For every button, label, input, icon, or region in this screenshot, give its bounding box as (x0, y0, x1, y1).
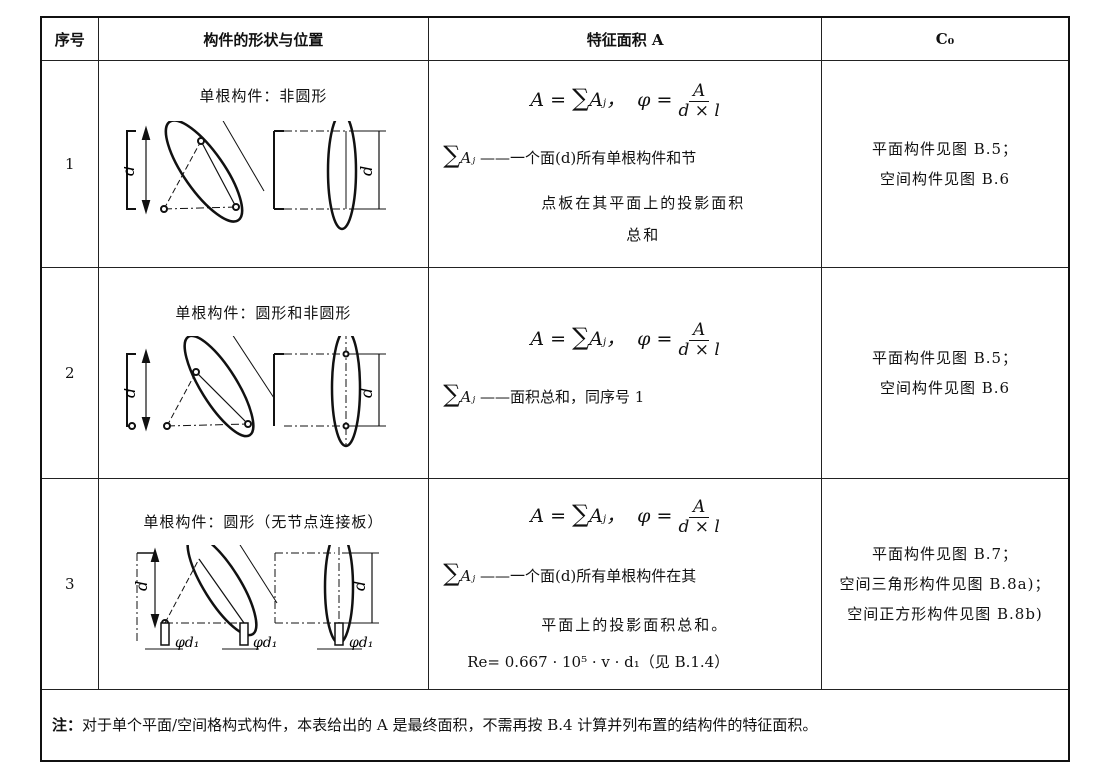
definition-text: ——一个面(d)所有单根构件和节 (479, 149, 697, 167)
c0-cell: 平面构件见图 B.5； 空间构件见图 B.6 (821, 267, 1070, 479)
shape-cell: 单根构件：圆形（无节点连接板） d d φd₁ φd₁ φd₁ (97, 478, 430, 690)
shape-title: 单根构件：圆形（无节点连接板） (143, 513, 384, 531)
c0-line: 空间三角形构件见图 B.8a)； (839, 575, 1051, 593)
header-index: 序号 (40, 16, 99, 61)
table-row: 1 单根构件：非圆形 d A = ∑Aj， φ = A d × l ∑Aⱼ ——… (40, 60, 1070, 268)
frac-denominator: d × l (678, 101, 720, 121)
table-row: 3 单根构件：圆形（无节点连接板） d d φd₁ φd₁ φd₁ A = ∑A… (40, 478, 1070, 690)
sigma-definition: ∑Aⱼ ——一个面(d)所有单根构件在其 (443, 559, 697, 587)
frac-denominator: d × l (678, 340, 720, 360)
header-shape: 构件的形状与位置 (97, 16, 430, 61)
c0-line: 平面构件见图 B.5； (871, 349, 1019, 367)
shape-cell: 单根构件：非圆形 d (97, 60, 430, 268)
dim-d-label: d (357, 166, 376, 176)
definition-line: 总和 (626, 226, 661, 244)
c0-line: 平面构件见图 B.5； (871, 140, 1019, 158)
c0-cell: 平面构件见图 B.7； 空间三角形构件见图 B.8a)； 空间正方形构件见图 B… (821, 478, 1070, 690)
c0-line: 空间正方形构件见图 B.8b) (847, 605, 1043, 623)
definition-line: 平面上的投影面积总和。 (541, 616, 729, 634)
c0-line: 平面构件见图 B.7； (871, 545, 1019, 563)
row-index: 3 (40, 478, 99, 690)
dim-d-label: d (132, 581, 151, 591)
header-area: 特征面积 A (428, 16, 822, 61)
sigma-definition: ∑Aⱼ ——一个面(d)所有单根构件和节 (443, 141, 697, 169)
dim-d-label: d (124, 166, 138, 176)
dim-phi-d1-label: φd₁ (349, 635, 373, 651)
header-row: 序号 构件的形状与位置 特征面积 A C₀ (40, 16, 1070, 61)
c0-cell: 平面构件见图 B.5； 空间构件见图 B.6 (821, 60, 1070, 268)
spec-table: 序号 构件的形状与位置 特征面积 A C₀ 1 单根构件：非圆形 d A = ∑… (40, 16, 1070, 762)
definition-line: 点板在其平面上的投影面积 (541, 194, 746, 212)
shape-title: 单根构件：非圆形 (199, 87, 328, 105)
dim-d-label: d (124, 388, 139, 398)
header-c0: C₀ (821, 16, 1070, 61)
note-label: 注： (52, 716, 83, 734)
table-row: 2 单根构件：圆形和非圆形 d A = ∑Aj， φ = A d × l ∑Aⱼ… (40, 267, 1070, 479)
sigma-label: Aⱼ (460, 149, 476, 167)
member-diagram: d d (124, 336, 386, 448)
row-index: 2 (40, 267, 99, 479)
frac-numerator: A (689, 81, 710, 102)
definition-continuation: 点板在其平面上的投影面积 总和 (541, 187, 745, 251)
reynolds-formula: Re= 0.667 · 10⁵ · v · d₁（见 B.1.4） (467, 653, 730, 671)
member-diagram: d d (124, 121, 386, 231)
dim-phi-d1-label: φd₁ (253, 635, 277, 651)
formula-cell: A = ∑Aj， φ = Ad × l ∑Aⱼ ——一个面(d)所有单根构件和节… (428, 60, 822, 268)
note-cell: 注：对于单个平面/空间格构式构件，本表给出的 A 是最终面积，不需再按 B.4 … (40, 689, 1070, 762)
frac-denominator: d × l (678, 517, 720, 537)
frac-numerator: A (689, 497, 710, 518)
member-diagram: d d φd₁ φd₁ φd₁ (132, 545, 379, 651)
dim-d-label: d (357, 388, 376, 398)
note-text: 对于单个平面/空间格构式构件，本表给出的 A 是最终面积，不需再按 B.4 计算… (82, 716, 818, 734)
formula-cell: A = ∑Aj， φ = Ad × l ∑Aⱼ ——一个面(d)所有单根构件在其… (428, 478, 822, 690)
definition-text: ——一个面(d)所有单根构件在其 (479, 567, 697, 585)
main-formula: A = ∑Aj， φ = Ad × l (530, 320, 720, 360)
definition-continuation: 平面上的投影面积总和。 (541, 609, 728, 641)
note-row: 注：对于单个平面/空间格构式构件，本表给出的 A 是最终面积，不需再按 B.4 … (40, 689, 1070, 762)
dim-d-label: d (350, 581, 369, 591)
shape-title: 单根构件：圆形和非圆形 (175, 304, 352, 322)
dim-phi-d1-label: φd₁ (175, 635, 199, 651)
sigma-definition: ∑Aⱼ ——面积总和，同序号 1 (443, 380, 645, 408)
row-index: 1 (40, 60, 99, 268)
main-formula: A = ∑Aj， φ = Ad × l (530, 497, 720, 537)
c0-line: 空间构件见图 B.6 (879, 170, 1011, 188)
definition-text: ——面积总和，同序号 1 (479, 388, 645, 406)
sigma-label: Aⱼ (460, 388, 476, 406)
c0-line: 空间构件见图 B.6 (879, 379, 1011, 397)
sigma-label: Aⱼ (460, 567, 476, 585)
formula-cell: A = ∑Aj， φ = Ad × l ∑Aⱼ ——面积总和，同序号 1 (428, 267, 822, 479)
shape-cell: 单根构件：圆形和非圆形 d (97, 267, 430, 479)
frac-numerator: A (689, 320, 710, 341)
main-formula: A = ∑Aj， φ = Ad × l (530, 81, 720, 121)
